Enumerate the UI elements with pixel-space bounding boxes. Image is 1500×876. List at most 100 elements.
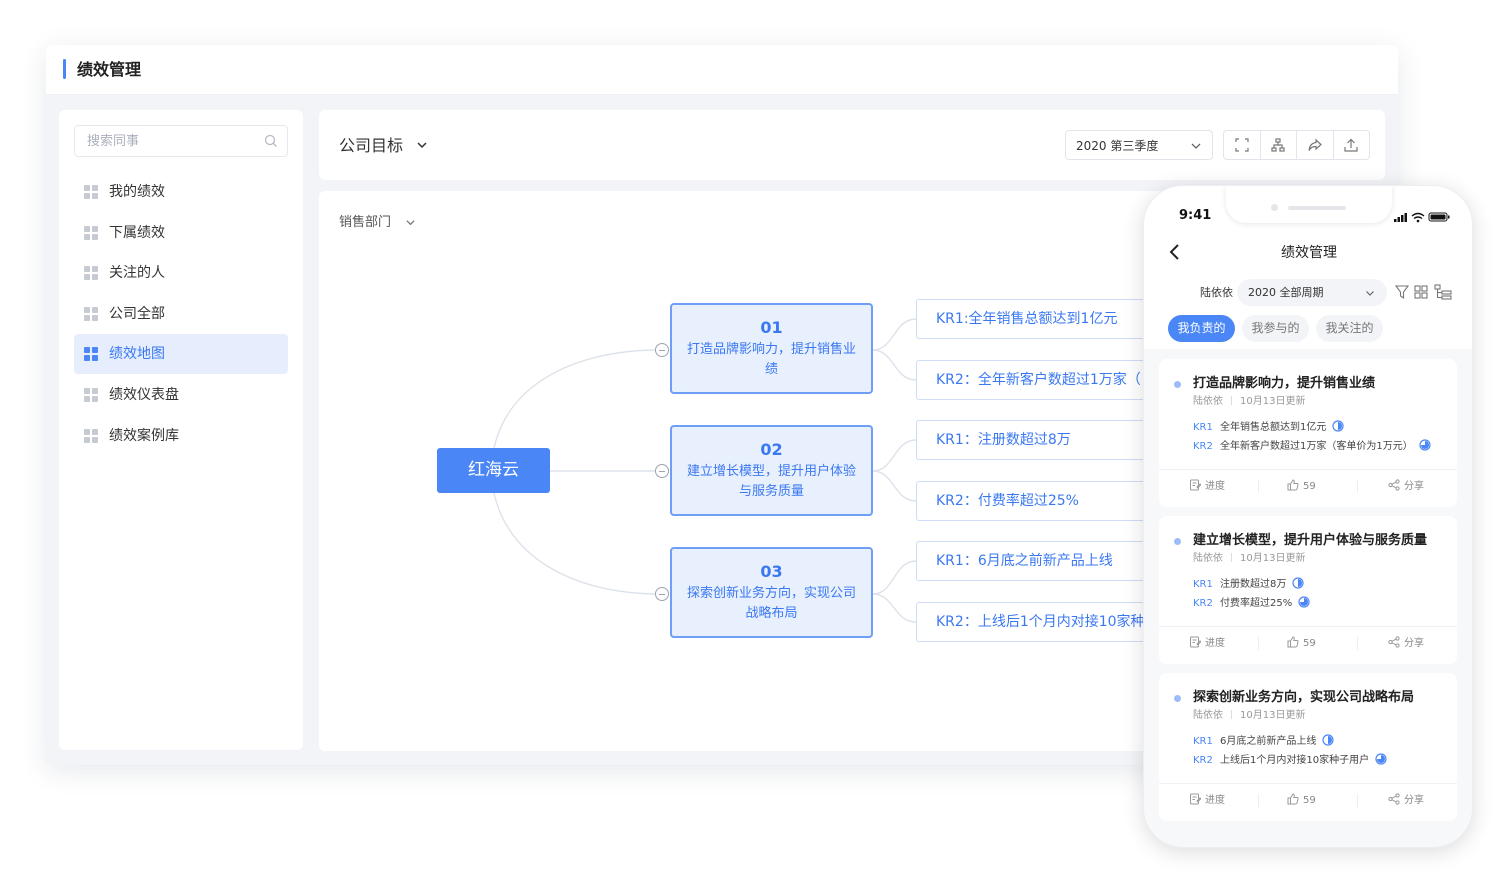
objective-text: 探索创新业务方向，实现公司战略布局 [686,586,856,621]
card-updated: 10月13日更新 [1240,553,1306,564]
camera-dot [1271,204,1278,211]
grid-icon [84,226,98,240]
objective-node[interactable]: 03 探索创新业务方向，实现公司战略布局 [670,547,873,638]
kr-node[interactable]: KR1：6月底之前新产品上线 [916,541,1156,581]
objective-text: 打造品牌影响力，提升销售业绩 [686,342,856,377]
phone-filter-tools [1394,284,1452,300]
progress-label: 进度 [1205,638,1225,649]
okr-card[interactable]: 建立增长模型，提升用户体验与服务质量 陆依依 10月13日更新 KR1 注册数超过8… [1159,516,1457,664]
fullscreen-button[interactable] [1224,131,1261,159]
share-label: 分享 [1404,638,1424,649]
goal-selector[interactable]: 公司目标 [339,135,403,157]
kr-node[interactable]: KR2：全年新客户数超过1万家（ [916,360,1156,400]
card-title: 探索创新业务方向，实现公司战略布局 [1193,690,1415,705]
objective-node[interactable]: 01 打造品牌影响力，提升销售业绩 [670,303,873,394]
progress-icon [1375,753,1387,765]
phone-user-name[interactable]: 陆依依 [1200,285,1233,301]
like-action[interactable]: 59 [1287,479,1316,495]
progress-icon [1332,420,1344,432]
grid-icon [84,347,98,361]
status-dot [1174,381,1181,388]
grid-view-icon[interactable] [1414,285,1428,299]
card-kr-row: KR2 全年新客户数超过1万家（客单价为1万元） [1193,439,1431,454]
share-label: 分享 [1404,795,1424,806]
kr-node[interactable]: KR2：付费率超过25% [916,481,1156,521]
share-button[interactable] [1297,131,1334,159]
filter-icon[interactable] [1394,285,1410,300]
fullscreen-icon [1235,138,1249,152]
search-input[interactable]: 搜索同事 [74,125,288,157]
page-title: 绩效管理 [77,60,142,79]
progress-icon [1298,596,1310,608]
sidebar-item-case-library[interactable]: 绩效案例库 [74,416,288,456]
kr-label: KR2 [1193,441,1213,452]
chevron-down-icon[interactable] [416,139,428,151]
tab-participating[interactable]: 我参与的 [1242,315,1309,342]
kr-text: 全年新客户数超过1万家（客单价为1万元） [1220,441,1413,452]
kr-node[interactable]: KR2：上线后1个月内对接10家种 [916,602,1156,642]
status-dot [1174,695,1181,702]
objective-text: 建立增长模型，提升用户体验与服务质量 [686,464,856,499]
period-select[interactable]: 2020 第三季度 [1065,130,1213,160]
kr-label: KR1 [1193,579,1213,590]
tab-responsible[interactable]: 我负责的 [1168,315,1235,342]
kr-node[interactable]: KR1：注册数超过8万 [916,420,1156,460]
tab-following[interactable]: 我关注的 [1316,315,1383,342]
kr-text: 付费率超过25% [1220,598,1293,609]
card-title: 打造品牌影响力，提升销售业绩 [1193,376,1376,391]
collapse-toggle[interactable] [655,587,669,601]
sidebar-item-followed[interactable]: 关注的人 [74,253,288,293]
card-updated: 10月13日更新 [1240,710,1306,721]
phone-title: 绩效管理 [1281,245,1337,261]
progress-action[interactable]: 进度 [1189,793,1225,809]
sidebar-item-performance-map[interactable]: 绩效地图 [74,334,288,374]
progress-action[interactable]: 进度 [1189,479,1225,495]
card-title: 建立增长模型，提升用户体验与服务质量 [1193,533,1428,548]
like-action[interactable]: 59 [1287,636,1316,652]
share-action[interactable]: 分享 [1388,636,1424,652]
search-icon[interactable] [264,134,278,148]
thumbs-up-icon [1287,793,1299,805]
sidebar-item-subordinate-performance[interactable]: 下属绩效 [74,213,288,253]
okr-card[interactable]: 打造品牌影响力，提升销售业绩 陆依依 10月13日更新 KR1 全年销售总额达到1亿… [1159,359,1457,507]
grid-icon [84,266,98,280]
org-chart-button[interactable] [1261,131,1297,159]
card-meta: 陆依依 10月13日更新 [1193,395,1305,409]
phone-period-select[interactable]: 2020 全部周期 [1237,279,1387,306]
sidebar-item-my-performance[interactable]: 我的绩效 [74,172,288,212]
phone-notch [1226,186,1392,223]
collapse-toggle[interactable] [655,343,669,357]
progress-action[interactable]: 进度 [1189,636,1225,652]
kr-text: KR1：注册数超过8万 [936,432,1071,448]
export-button[interactable] [1334,131,1370,159]
kr-text: KR2：付费率超过25% [936,493,1079,509]
collapse-toggle[interactable] [655,464,669,478]
grid-icon [84,185,98,199]
sidebar-item-label: 绩效地图 [109,346,165,362]
share-action[interactable]: 分享 [1388,793,1424,809]
like-count: 59 [1303,638,1316,649]
like-count: 59 [1303,795,1316,806]
sidebar: 搜索同事 我的绩效 下属绩效 关注的人 公司全部 绩效地图 绩效仪表盘 绩效案例… [59,110,303,750]
progress-icon [1292,577,1304,589]
kr-label: KR1 [1193,422,1213,433]
export-icon [1344,138,1358,152]
card-meta: 陆依依 10月13日更新 [1193,552,1305,566]
sidebar-item-label: 下属绩效 [109,225,165,241]
card-kr-row: KR2 上线后1个月内对接10家种子用户 [1193,753,1387,768]
period-value: 2020 第三季度 [1076,139,1159,153]
tree-view-icon[interactable] [1434,284,1452,300]
share-action[interactable]: 分享 [1388,479,1424,495]
root-node[interactable]: 红海云 [437,448,550,493]
sidebar-item-company-all[interactable]: 公司全部 [74,294,288,334]
kr-node[interactable]: KR1:全年销售总额达到1亿元 [916,299,1156,339]
objective-node[interactable]: 02 建立增长模型，提升用户体验与服务质量 [670,425,873,516]
sidebar-item-dashboard[interactable]: 绩效仪表盘 [74,375,288,415]
sidebar-item-label: 绩效仪表盘 [109,387,179,403]
card-kr-row: KR1 注册数超过8万 [1193,577,1304,592]
okr-card[interactable]: 探索创新业务方向，实现公司战略布局 陆依依 10月13日更新 KR1 6月底之前新产… [1159,673,1457,821]
kr-label: KR2 [1193,598,1213,609]
thumbs-up-icon [1287,479,1299,491]
share-label: 分享 [1404,481,1424,492]
like-action[interactable]: 59 [1287,793,1316,809]
